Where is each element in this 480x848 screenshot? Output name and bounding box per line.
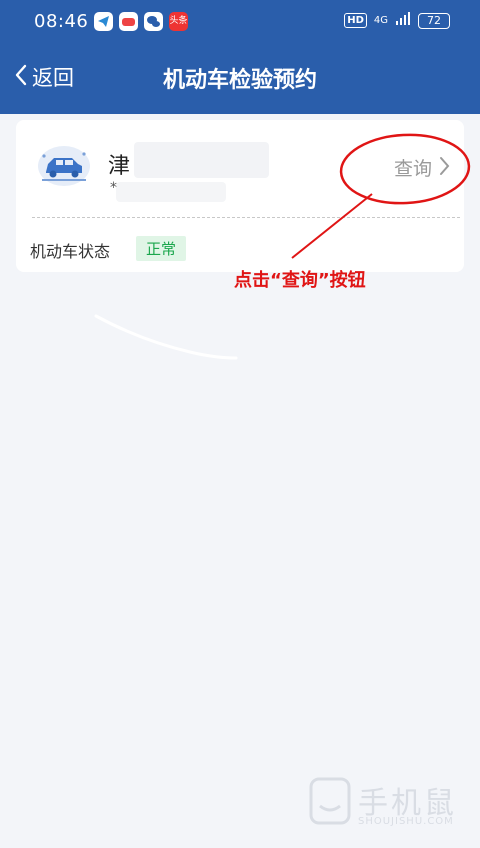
nav-bar: 返回 机动车检验预约 [0, 50, 480, 104]
toutiao-icon: 头条 [169, 12, 188, 31]
system-indicators: HD 4G 72 [344, 12, 450, 29]
network-label: 4G [373, 15, 388, 26]
page-title: 机动车检验预约 [162, 68, 317, 93]
plate-sub-redaction [116, 182, 226, 202]
chevron-right-icon [438, 155, 450, 181]
notification-icons: 头条 [94, 12, 188, 31]
status-bar: 08:46 头条 HD 4G 72 [0, 0, 480, 44]
car-icon [30, 142, 94, 190]
wechat-icon [144, 12, 163, 31]
vehicle-status-label: 机动车状态 [30, 242, 111, 261]
status-badge: 正常 [136, 236, 187, 261]
card-divider [32, 217, 460, 218]
top-bar: 08:46 头条 HD 4G 72 返回 机动车检验预约 [0, 0, 480, 114]
plate-prefix: 津 [108, 154, 131, 179]
hd-badge: HD [344, 13, 367, 28]
status-time: 08:46 [34, 11, 89, 32]
game-icon [119, 12, 138, 31]
watermark: 手机鼠 SHOUJISHU.COM [308, 776, 468, 836]
scribble-stroke [94, 314, 238, 360]
annotation-text: 点击“查询”按钮 [234, 270, 366, 291]
watermark-logo-icon [309, 777, 351, 825]
plate-redaction [134, 142, 269, 178]
battery-icon: 72 [418, 12, 450, 29]
query-button[interactable]: 查询 [394, 154, 450, 181]
telegram-icon [94, 12, 113, 31]
watermark-subtext: SHOUJISHU.COM [358, 816, 454, 827]
query-label: 查询 [393, 158, 432, 180]
vehicle-card[interactable]: 津 * 查询 机动车状态 正常 [16, 120, 464, 272]
signal-icon [395, 12, 411, 29]
plate-subtext: * [110, 180, 117, 196]
